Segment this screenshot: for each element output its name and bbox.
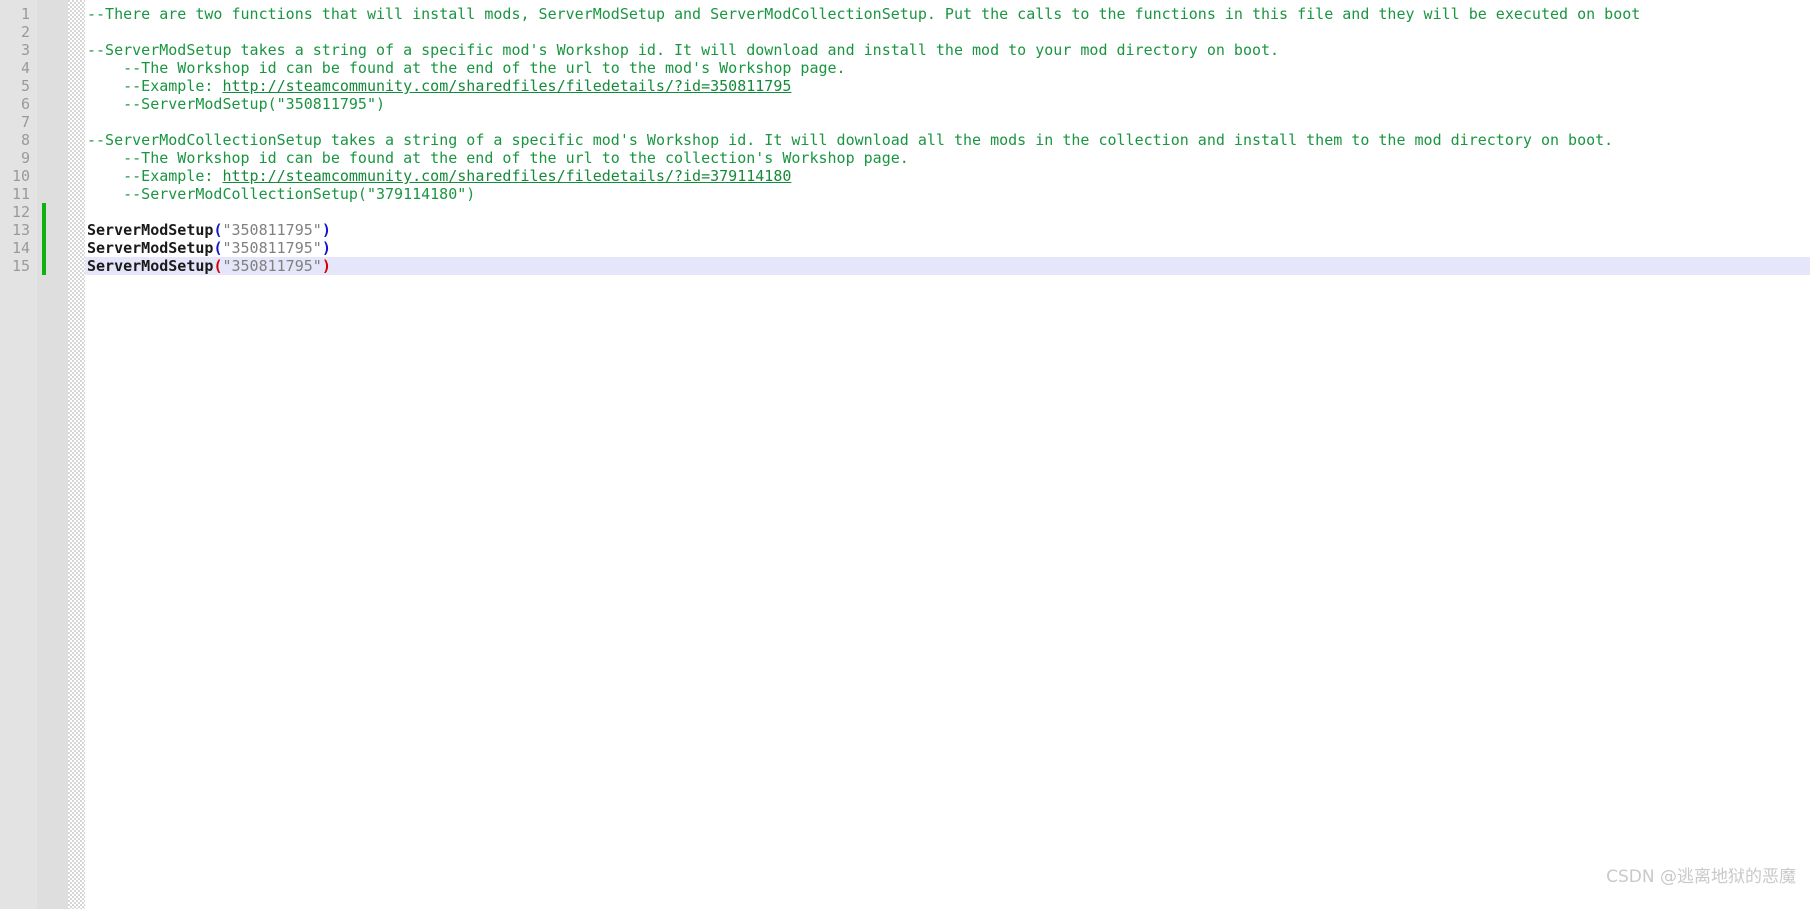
url-link[interactable]: http://steamcommunity.com/sharedfiles/fi… bbox=[222, 167, 791, 185]
token-string: "350811795" bbox=[222, 221, 322, 239]
token-comment: --ServerModSetup takes a string of a spe… bbox=[87, 41, 1280, 59]
line-number: 12 bbox=[11, 203, 30, 221]
csdn-watermark: CSDN @逃离地狱的恶魔 bbox=[1606, 867, 1796, 887]
token-comment: --ServerModSetup("350811795") bbox=[123, 95, 386, 113]
token-bracket: ) bbox=[321, 239, 331, 257]
token-comment: --ServerModCollectionSetup takes a strin… bbox=[87, 131, 1614, 149]
code-line[interactable]: --ServerModSetup takes a string of a spe… bbox=[87, 41, 1279, 59]
token-comment: --There are two functions that will inst… bbox=[87, 5, 1641, 23]
line-number: 9 bbox=[20, 149, 30, 167]
line-number: 5 bbox=[20, 77, 30, 95]
code-line[interactable]: --ServerModCollectionSetup takes a strin… bbox=[87, 131, 1613, 149]
token-comment: --The Workshop id can be found at the en… bbox=[123, 149, 909, 167]
line-number: 10 bbox=[11, 167, 30, 185]
line-number: 13 bbox=[11, 221, 30, 239]
token-comment: --The Workshop id can be found at the en… bbox=[123, 59, 846, 77]
code-text-area[interactable]: --There are two functions that will inst… bbox=[85, 0, 1810, 909]
code-line[interactable]: --The Workshop id can be found at the en… bbox=[123, 59, 845, 77]
code-line[interactable]: --ServerModCollectionSetup("379114180") bbox=[123, 185, 475, 203]
token-identifier: ServerModSetup bbox=[87, 239, 214, 257]
token-comment: --ServerModCollectionSetup("379114180") bbox=[123, 185, 476, 203]
token-string: "350811795" bbox=[222, 239, 322, 257]
token-bracket: ) bbox=[321, 221, 331, 239]
line-number: 6 bbox=[20, 95, 30, 113]
token-string: "350811795" bbox=[222, 257, 322, 275]
token-comment: --Example: bbox=[123, 167, 223, 185]
editor-gutter: 1 2 3 4 5 6 7 8 9 10 11 12 13 14 15 bbox=[0, 0, 85, 909]
line-number: 7 bbox=[20, 113, 30, 131]
code-line[interactable]: --ServerModSetup("350811795") bbox=[123, 95, 385, 113]
current-line-highlight bbox=[85, 257, 1810, 275]
url-link[interactable]: http://steamcommunity.com/sharedfiles/fi… bbox=[222, 77, 791, 95]
token-bracket-match: ) bbox=[321, 257, 331, 275]
fold-margin-column[interactable] bbox=[68, 0, 85, 909]
code-line[interactable]: --Example: http://steamcommunity.com/sha… bbox=[123, 167, 791, 185]
line-number: 4 bbox=[20, 59, 30, 77]
code-line[interactable]: --Example: http://steamcommunity.com/sha… bbox=[123, 77, 791, 95]
line-number: 14 bbox=[11, 239, 30, 257]
token-identifier: ServerModSetup bbox=[87, 221, 214, 239]
line-number: 11 bbox=[11, 185, 30, 203]
line-number: 3 bbox=[20, 41, 30, 59]
line-number: 2 bbox=[20, 23, 30, 41]
line-number-column: 1 2 3 4 5 6 7 8 9 10 11 12 13 14 15 bbox=[0, 0, 37, 909]
token-identifier: ServerModSetup bbox=[87, 257, 214, 275]
code-line[interactable]: --The Workshop id can be found at the en… bbox=[123, 149, 909, 167]
code-editor[interactable]: 1 2 3 4 5 6 7 8 9 10 11 12 13 14 15 --There are two fu… bbox=[0, 0, 1810, 909]
code-line[interactable]: ServerModSetup("350811795") bbox=[87, 257, 331, 275]
code-line[interactable]: ServerModSetup("350811795") bbox=[87, 239, 331, 257]
line-number: 15 bbox=[11, 257, 30, 275]
token-comment: --Example: bbox=[123, 77, 223, 95]
bookmark-change-marker-column[interactable] bbox=[37, 0, 68, 909]
code-line[interactable]: ServerModSetup("350811795") bbox=[87, 221, 331, 239]
line-number: 1 bbox=[20, 5, 30, 23]
line-number: 8 bbox=[20, 131, 30, 149]
code-line[interactable]: --There are two functions that will inst… bbox=[87, 5, 1640, 23]
change-marker-bar bbox=[42, 203, 46, 275]
